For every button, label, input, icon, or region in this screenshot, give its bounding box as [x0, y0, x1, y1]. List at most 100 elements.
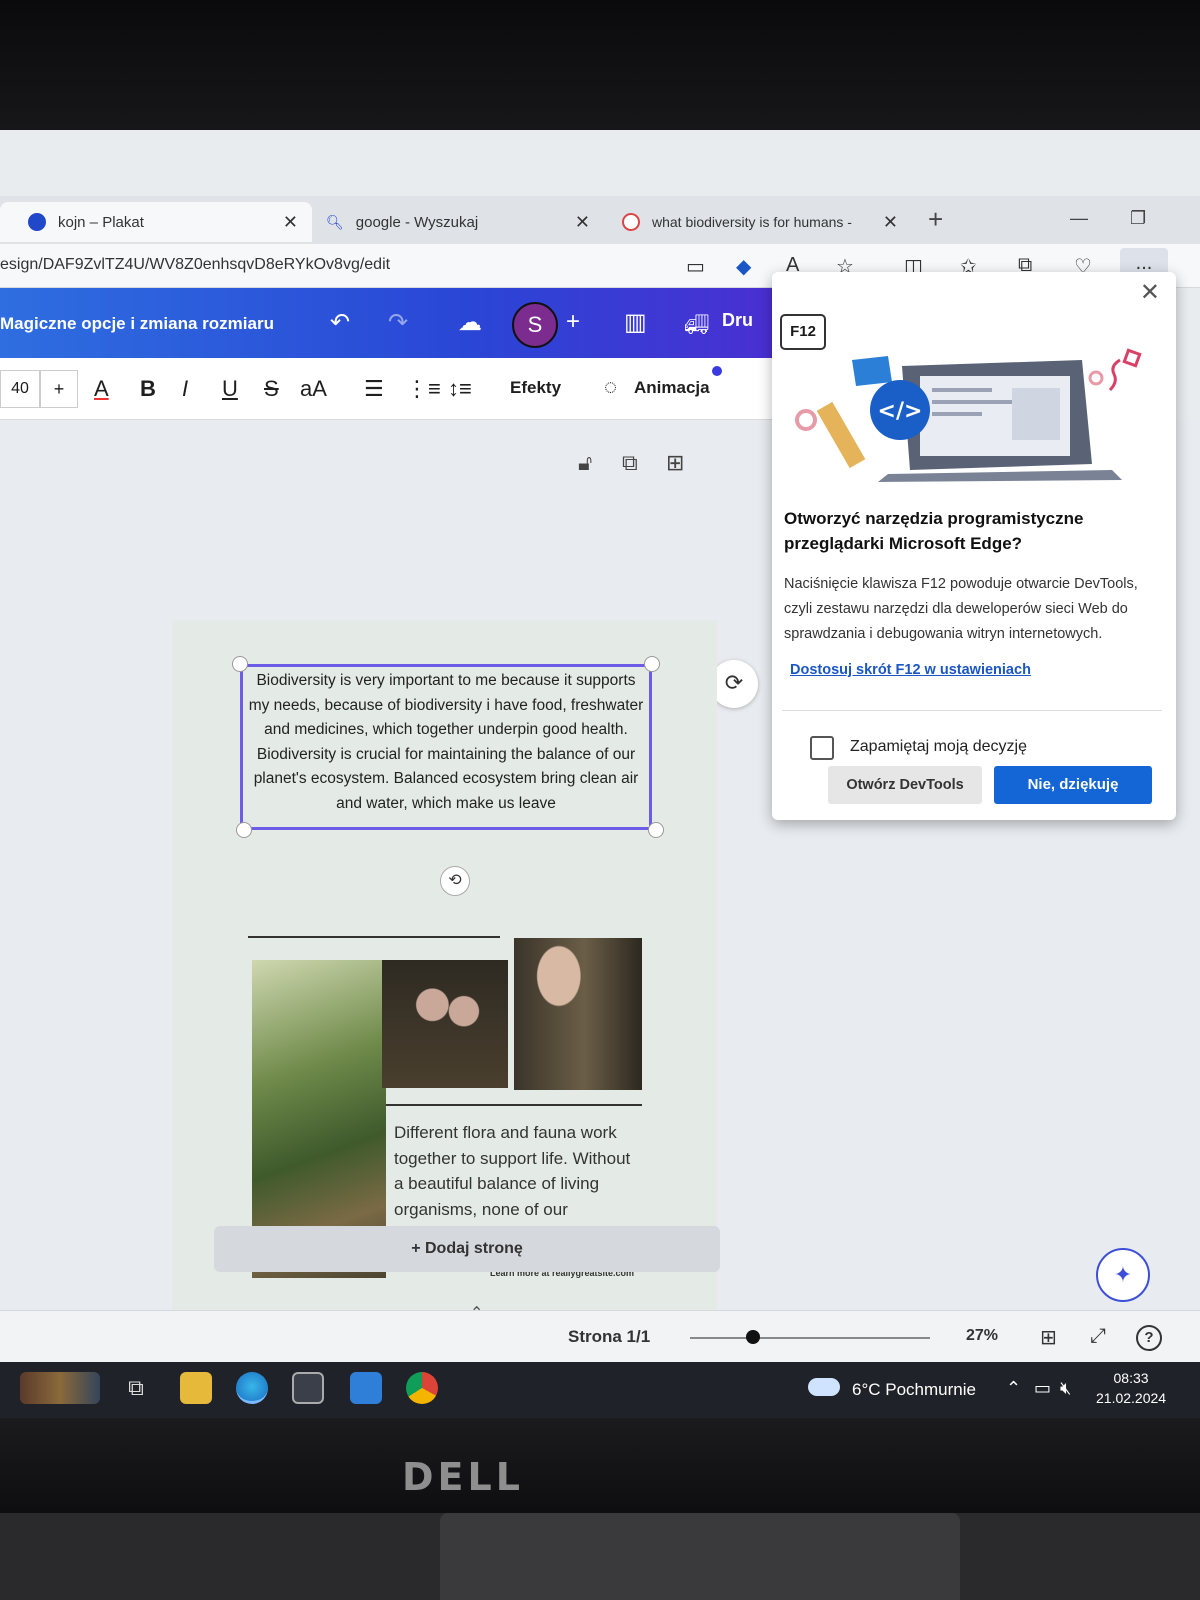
devtools-dialog: ✕ F12 </> Otworzyć narzędzia programisty…: [772, 272, 1176, 820]
edge-icon[interactable]: [236, 1372, 268, 1404]
tab-title: kojn – Plakat: [58, 213, 144, 231]
bare-feet-photo[interactable]: [382, 960, 508, 1088]
open-devtools-button[interactable]: Otwórz DevTools: [828, 766, 982, 804]
google-favicon-icon: [622, 213, 640, 231]
add-page-icon[interactable]: ⊞: [666, 450, 684, 476]
coupon-tag-icon[interactable]: ◆: [736, 254, 751, 279]
volume-muted-icon[interactable]: 🔇︎: [1060, 1378, 1071, 1399]
divider-line: [248, 936, 500, 938]
dell-logo: DELL: [402, 1455, 524, 1499]
chrome-icon[interactable]: [406, 1372, 438, 1404]
resize-handle[interactable]: [644, 656, 660, 672]
remember-decision-checkbox[interactable]: [810, 736, 834, 760]
resize-handle[interactable]: [232, 656, 248, 672]
minimize-icon[interactable]: —: [1070, 208, 1088, 229]
tab-title: what biodiversity is for humans -: [652, 214, 852, 230]
letter-case-button[interactable]: aA: [300, 376, 327, 402]
cloud-saved-icon[interactable]: ☁: [458, 308, 482, 337]
desktop-widget-icon[interactable]: [20, 1372, 100, 1404]
tab-google-search[interactable]: 🔍︎ google - Wyszukaj ✕: [318, 202, 604, 242]
bullet-list-icon[interactable]: ⋮≡: [406, 376, 441, 402]
devtools-illustration: </>: [795, 348, 1142, 482]
url-field[interactable]: esign/DAF9ZvlTZ4U/WV8Z0enhsqvD8eRYkOv8vg…: [0, 256, 390, 274]
close-icon[interactable]: ✕: [1140, 278, 1160, 307]
close-tab-icon[interactable]: ✕: [283, 212, 298, 233]
tab-biodiversity-search[interactable]: what biodiversity is for humans - ✕: [618, 202, 912, 242]
selected-text-box[interactable]: Biodiversity is very important to me bec…: [240, 664, 652, 830]
search-icon: 🔍︎: [326, 213, 344, 230]
restore-icon[interactable]: ❐: [1130, 208, 1146, 229]
text-color-button[interactable]: A: [94, 376, 109, 402]
weather-status[interactable]: 6°C Pochmurnie: [852, 1380, 976, 1400]
magic-resize-button[interactable]: Magiczne opcje i zmiana rozmiaru: [0, 314, 274, 334]
redo-icon[interactable]: ↷: [388, 308, 408, 337]
fullscreen-icon[interactable]: ⤢: [1090, 1325, 1106, 1348]
print-button[interactable]: Dru: [722, 310, 753, 331]
rotate-handle-icon[interactable]: ⟲: [440, 866, 470, 896]
help-icon[interactable]: ?: [1136, 1325, 1162, 1351]
remember-decision-label[interactable]: Zapamiętaj moją decyzję: [850, 738, 1027, 756]
avatar[interactable]: S: [512, 302, 558, 348]
insights-chart-icon[interactable]: ▥: [624, 308, 647, 337]
zoom-level[interactable]: 27%: [966, 1327, 998, 1345]
duplicate-page-icon[interactable]: ⧉: [622, 450, 638, 476]
file-explorer-icon[interactable]: [180, 1372, 212, 1404]
new-tab-button[interactable]: +: [928, 204, 943, 235]
mail-icon[interactable]: [350, 1372, 382, 1404]
strikethrough-button[interactable]: S: [264, 376, 279, 402]
notification-dot: [712, 366, 722, 376]
screen: kojn – Plakat ✕ 🔍︎ google - Wyszukaj ✕ w…: [0, 130, 1200, 1418]
divider-line: [386, 1104, 642, 1106]
print-truck-icon: 🚚︎: [684, 314, 710, 336]
close-tab-icon[interactable]: ✕: [575, 212, 590, 233]
zoom-slider-knob[interactable]: [746, 1330, 760, 1344]
clock-date: 21.02.2024: [1096, 1390, 1167, 1406]
magic-sparkle-icon[interactable]: ✦: [1096, 1248, 1150, 1302]
task-view-icon[interactable]: ⧉: [120, 1372, 152, 1404]
add-page-button[interactable]: + Dodaj stronę: [214, 1226, 720, 1272]
f12-key-badge: F12: [780, 314, 826, 350]
lock-icon[interactable]: 🔓︎: [578, 450, 592, 476]
underline-button[interactable]: U: [222, 376, 238, 402]
chevron-up-tray-icon[interactable]: ⌃: [1006, 1378, 1021, 1399]
monitor-bezel-bottom: [0, 1418, 1200, 1513]
grid-view-icon[interactable]: ⊞: [1040, 1325, 1057, 1350]
tab-title: google - Wyszukaj: [355, 213, 479, 231]
store-icon[interactable]: [292, 1372, 324, 1404]
browser-tab-bar: kojn – Plakat ✕ 🔍︎ google - Wyszukaj ✕ w…: [0, 196, 1200, 244]
page-indicator[interactable]: Strona 1/1: [568, 1327, 650, 1347]
app-available-icon[interactable]: ▭: [686, 254, 705, 279]
windows-taskbar: ⧉ 6°C Pochmurnie ⌃ ▭ 🔇︎ 08:33 21.02.2024: [0, 1362, 1200, 1418]
customize-f12-link[interactable]: Dostosuj skrót F12 w ustawieniach: [790, 662, 1031, 678]
chevron-up-icon[interactable]: ⌃: [470, 1303, 483, 1323]
decline-button[interactable]: Nie, dziękuję: [994, 766, 1152, 804]
dialog-body: Naciśnięcie klawisza F12 powoduje otwarc…: [784, 576, 1138, 642]
canva-footer: ⌃ Strona 1/1 27% ⊞ ⤢ ?: [0, 1305, 1200, 1362]
line-spacing-icon[interactable]: ↕≡: [448, 376, 472, 402]
divider: [782, 710, 1162, 711]
resize-handle[interactable]: [236, 822, 252, 838]
animate-button[interactable]: Animacja: [634, 378, 710, 398]
font-size-input[interactable]: 40: [0, 370, 40, 408]
dialog-title: Otworzyć narzędzia programistyczne przeg…: [784, 509, 1084, 553]
undo-icon[interactable]: ↶: [330, 308, 350, 337]
resize-handle[interactable]: [648, 822, 664, 838]
regenerate-icon[interactable]: ⟳: [710, 660, 758, 708]
svg-text:</>: </>: [878, 399, 923, 424]
align-center-icon[interactable]: ☰: [364, 376, 384, 402]
tab-kojn-plakat[interactable]: kojn – Plakat ✕: [0, 202, 312, 242]
cloud-weather-icon: [808, 1378, 840, 1396]
close-tab-icon[interactable]: ✕: [883, 212, 898, 233]
monitor-stand: [440, 1513, 960, 1600]
font-size-increase-button[interactable]: +: [40, 370, 78, 408]
italic-button[interactable]: I: [182, 376, 188, 402]
invite-button[interactable]: +: [566, 308, 580, 336]
bold-button[interactable]: B: [140, 376, 156, 402]
clock-time: 08:33: [1113, 1370, 1149, 1386]
effects-button[interactable]: Efekty: [510, 378, 561, 398]
zoom-slider[interactable]: [690, 1337, 930, 1339]
system-clock[interactable]: 08:33 21.02.2024: [1096, 1368, 1166, 1408]
canva-favicon-icon: [28, 213, 46, 231]
network-icon[interactable]: ▭: [1034, 1378, 1051, 1399]
hand-on-tree-photo[interactable]: [514, 938, 642, 1090]
